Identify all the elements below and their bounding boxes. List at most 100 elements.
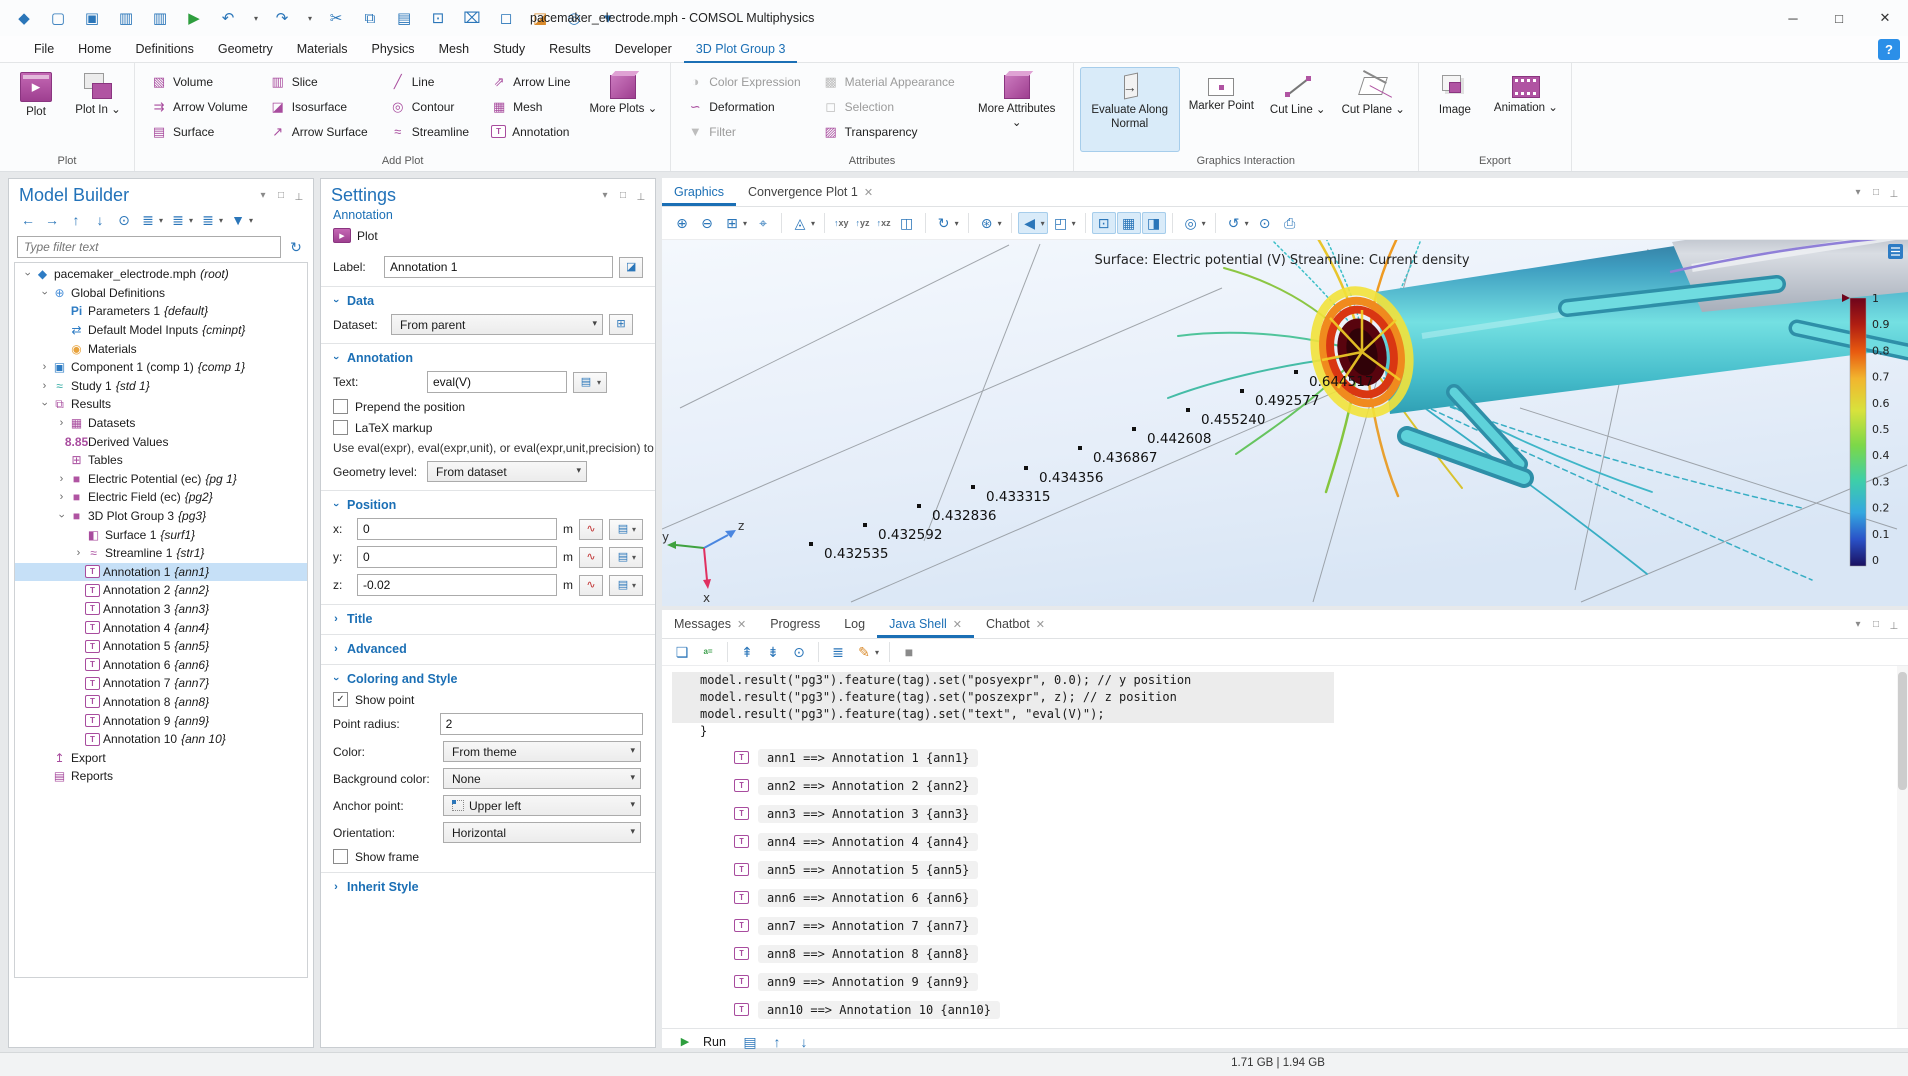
java-shell-content[interactable]: model.result("pg3").feature(tag).set("po… xyxy=(662,666,1908,1028)
x-range-button[interactable] xyxy=(579,519,603,540)
pin-icon[interactable] xyxy=(1888,619,1900,630)
tree-item-reports[interactable]: Reports xyxy=(15,767,307,786)
show-grid-button[interactable] xyxy=(1117,212,1141,234)
comsol-logo-icon[interactable] xyxy=(14,8,34,28)
label-input[interactable] xyxy=(384,256,613,278)
tree-item-tables[interactable]: Tables xyxy=(15,451,307,470)
tree-item-electric-potential-ec[interactable]: Electric Potential (ec){pg 1} xyxy=(15,470,307,489)
view-xz-button[interactable]: xz xyxy=(874,216,894,230)
show-point-checkbox[interactable] xyxy=(333,692,348,707)
close-button[interactable] xyxy=(1862,0,1908,36)
default-view-button[interactable] xyxy=(1018,212,1048,234)
forward-button[interactable] xyxy=(41,210,63,230)
section-data[interactable]: Data xyxy=(321,291,655,311)
run-icon[interactable] xyxy=(184,8,204,28)
tree-expander-icon[interactable] xyxy=(39,286,51,299)
export-log-button[interactable] xyxy=(670,642,694,662)
move-up-button[interactable] xyxy=(65,210,87,230)
section-inherit-style[interactable]: Inherit Style xyxy=(321,877,655,897)
slice-button[interactable]: Slice xyxy=(264,69,374,94)
back-button[interactable] xyxy=(17,210,39,230)
tree-item-annotation-9[interactable]: Annotation 9{ann9} xyxy=(15,711,307,730)
minimize-button[interactable] xyxy=(1770,0,1816,36)
paste-icon[interactable] xyxy=(394,8,414,28)
scroll-top-button[interactable] xyxy=(735,642,759,662)
ribbon-tab-definitions[interactable]: Definitions xyxy=(124,36,206,63)
latex-markup-checkbox[interactable] xyxy=(333,420,348,435)
graphics-tab-convergence-plot-1[interactable]: Convergence Plot 1 xyxy=(736,178,885,206)
tree-expander-icon[interactable] xyxy=(39,398,51,411)
tree-options-button[interactable] xyxy=(197,210,225,230)
evaluate-along-normal-button[interactable]: Evaluate Along Normal xyxy=(1080,67,1180,152)
tree-item-3d-plot-group-3[interactable]: 3D Plot Group 3{pg3} xyxy=(15,507,307,526)
marker-point-button[interactable]: Marker Point xyxy=(1182,67,1261,152)
duplicate-icon[interactable] xyxy=(428,8,448,28)
ribbon-tab-mesh[interactable]: Mesh xyxy=(427,36,482,63)
view-yz-button[interactable]: yz xyxy=(853,216,873,230)
console-tab-messages[interactable]: Messages xyxy=(662,610,758,638)
transparency-view-button[interactable] xyxy=(1049,212,1079,234)
tree-item-component-1-comp-1[interactable]: Component 1 (comp 1){comp 1} xyxy=(15,358,307,377)
redo-icon[interactable] xyxy=(272,8,292,28)
plot-button[interactable]: Plot xyxy=(6,67,66,152)
tree-expander-icon[interactable] xyxy=(38,361,51,373)
save-icon[interactable] xyxy=(116,8,136,28)
chevron-down-icon[interactable] xyxy=(257,190,269,201)
collapse-all-button[interactable] xyxy=(167,210,195,230)
perspective-button[interactable] xyxy=(895,212,919,234)
new-file-icon[interactable] xyxy=(48,8,68,28)
console-tab-log[interactable]: Log xyxy=(832,610,877,638)
image-button[interactable]: Image xyxy=(1425,67,1485,152)
x-position-input[interactable] xyxy=(357,518,557,540)
z-position-input[interactable] xyxy=(357,574,557,596)
snapshot-button[interactable] xyxy=(1253,212,1277,234)
show-legend-button[interactable] xyxy=(1142,212,1166,234)
tree-item-annotation-4[interactable]: Annotation 4{ann4} xyxy=(15,618,307,637)
show-button[interactable] xyxy=(113,210,135,230)
geometry-level-dropdown[interactable]: From dataset xyxy=(427,461,587,482)
more-plots-button[interactable]: More Plots ⌄ xyxy=(582,67,664,152)
deformation-button[interactable]: Deformation xyxy=(681,94,806,119)
graphics-tab-graphics[interactable]: Graphics xyxy=(662,178,736,206)
tree-expander-icon[interactable] xyxy=(56,510,68,523)
cut-line-button[interactable]: Cut Line ⌄ xyxy=(1263,67,1333,152)
ribbon-tab-home[interactable]: Home xyxy=(66,36,123,63)
show-axes-button[interactable] xyxy=(1092,212,1116,234)
undo-icon[interactable] xyxy=(218,8,238,28)
tree-item-annotation-5[interactable]: Annotation 5{ann5} xyxy=(15,637,307,656)
clear-shell-button[interactable] xyxy=(852,642,882,662)
tree-item-global-definitions[interactable]: Global Definitions xyxy=(15,284,307,303)
y-position-input[interactable] xyxy=(357,546,557,568)
plot-info-icon[interactable] xyxy=(1888,244,1903,259)
graphics-canvas[interactable]: 0.6445170.4925770.4552400.4426080.436867… xyxy=(662,240,1908,606)
ribbon-tab-results[interactable]: Results xyxy=(537,36,603,63)
console-tab-java-shell[interactable]: Java Shell xyxy=(877,610,974,638)
float-panel-icon[interactable] xyxy=(1870,187,1882,198)
rotate-button[interactable] xyxy=(932,212,962,234)
chevron-down-icon[interactable] xyxy=(1852,187,1864,198)
text-input[interactable] xyxy=(427,371,567,393)
zoom-in-button[interactable] xyxy=(670,212,694,234)
close-tab-icon[interactable] xyxy=(864,186,873,199)
anchor-point-dropdown[interactable]: Upper left xyxy=(443,795,641,816)
animation-button[interactable]: Animation ⌄ xyxy=(1487,67,1565,152)
tree-expander-icon[interactable] xyxy=(72,547,85,559)
y-range-button[interactable] xyxy=(579,547,603,568)
console-toggle-icon[interactable] xyxy=(741,1033,759,1051)
ribbon-tab-study[interactable]: Study xyxy=(481,36,537,63)
tree-item-electric-field-ec[interactable]: Electric Field (ec){pg2} xyxy=(15,488,307,507)
prepend-position-checkbox[interactable] xyxy=(333,399,348,414)
stop-button[interactable] xyxy=(897,642,921,662)
section-position[interactable]: Position xyxy=(321,495,655,515)
plot-in-button[interactable]: Plot In ⌄ xyxy=(68,67,128,152)
tree-item-annotation-7[interactable]: Annotation 7{ann7} xyxy=(15,674,307,693)
copy-icon[interactable] xyxy=(360,8,380,28)
float-panel-icon[interactable] xyxy=(617,190,629,201)
surface-button[interactable]: Surface xyxy=(145,119,254,144)
y-combo-button[interactable] xyxy=(609,547,643,568)
tree-filter-input[interactable] xyxy=(17,236,281,258)
tree-item-derived-values[interactable]: 8.85Derived Values xyxy=(15,432,307,451)
text-expression-button[interactable] xyxy=(573,372,607,393)
view-xy-button[interactable]: xy xyxy=(831,216,852,230)
tree-item-default-model-inputs[interactable]: Default Model Inputs{cminpt} xyxy=(15,321,307,340)
